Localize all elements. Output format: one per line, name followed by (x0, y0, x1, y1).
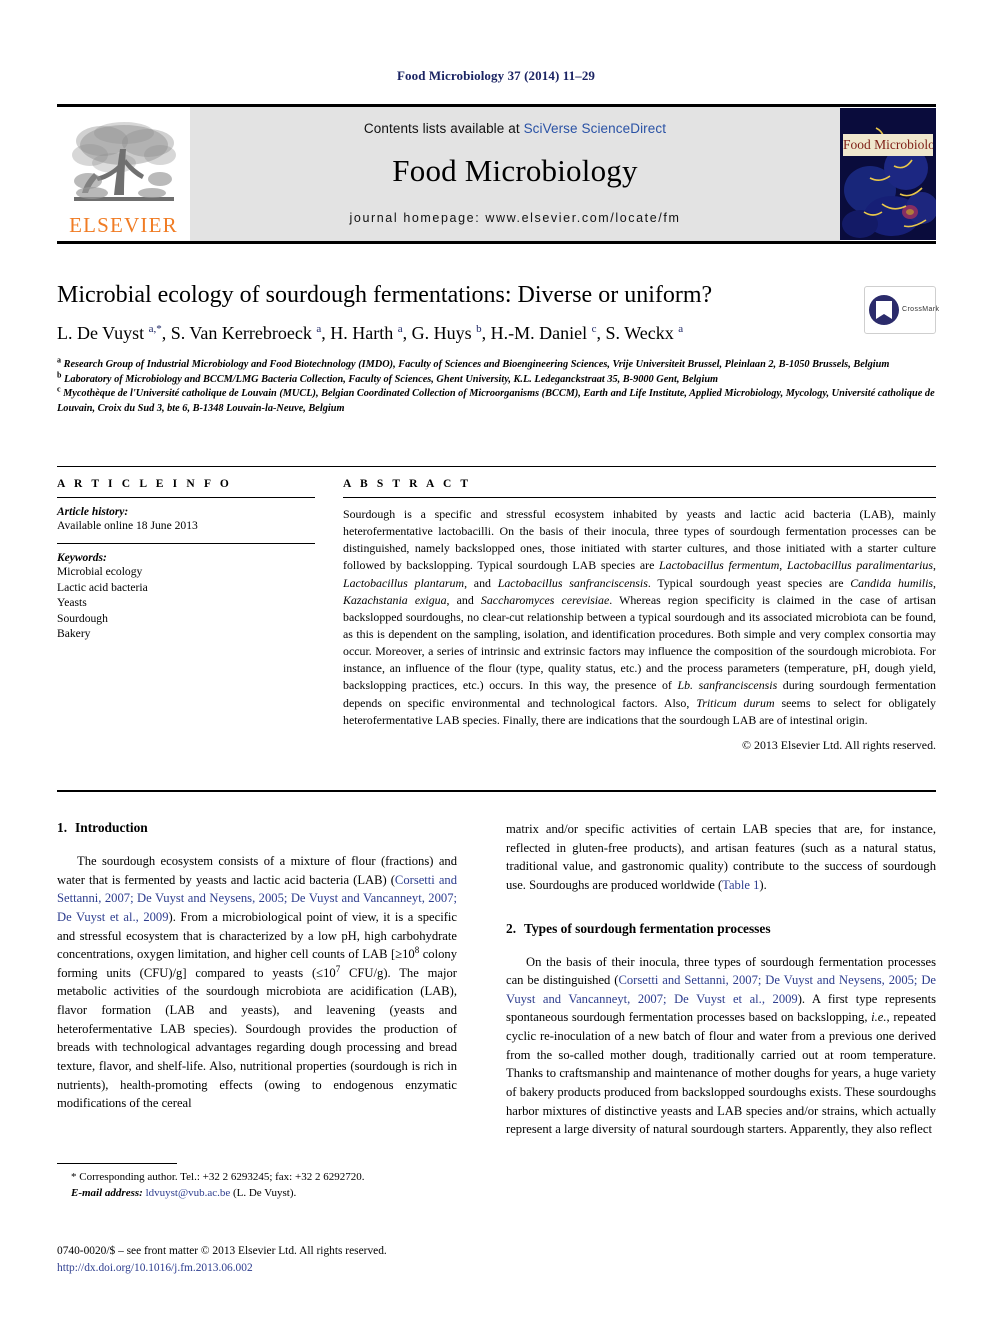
info-rule-1 (57, 497, 315, 498)
section2-paragraph: On the basis of their inocula, three typ… (506, 954, 937, 1137)
keyword-item: Microbial ecology (57, 565, 143, 579)
email-address-note: E-mail address: ldvuyst@vub.ac.be (L. De… (71, 1186, 297, 1199)
sciencedirect-link[interactable]: SciVerse ScienceDirect (524, 121, 667, 136)
abstract-heading: A B S T R A C T (343, 478, 472, 490)
journal-article-page: Food Microbiology 37 (2014) 11–29 ELSEVI… (0, 0, 992, 1323)
title-block: Microbial ecology of sourdough fermentat… (57, 282, 940, 417)
body-column-left: 1. Introduction The sourdough ecosystem c… (57, 820, 457, 1113)
section-number: 2. (506, 920, 517, 936)
abstract-copyright: © 2013 Elsevier Ltd. All rights reserved… (742, 737, 936, 752)
info-divider-top (57, 466, 936, 467)
cover-artwork (840, 108, 936, 240)
elsevier-tree-icon (71, 122, 176, 201)
cover-journal-title: Food Microbiology (843, 134, 933, 156)
affiliation-item: b Laboratory of Microbiology and BCCM/LM… (57, 370, 719, 385)
intro-paragraph-continued: matrix and/or specific activities of cer… (506, 822, 936, 892)
contents-available-line: Contents lists available at SciVerse Sci… (190, 107, 840, 136)
keyword-item: Sourdough (57, 611, 108, 625)
footnote-divider (57, 1163, 177, 1164)
section-heading-introduction: 1. Introduction (57, 820, 457, 836)
abstract-text: Sourdough is a specific and stressful ec… (343, 507, 936, 727)
keyword-item: Lactic acid bacteria (57, 580, 148, 594)
journal-masthead: ELSEVIER Contents lists available at Sci… (57, 104, 936, 244)
crossmark-label: CrossMark (902, 306, 940, 314)
author-list: L. De Vuyst a,*, S. Van Kerrebroeck a, H… (57, 322, 684, 343)
section-heading-types: 2. Types of sourdough fermentation proces… (506, 921, 936, 937)
abstract-rule (343, 497, 936, 498)
journal-homepage-link[interactable]: journal homepage: www.elsevier.com/locat… (190, 211, 840, 225)
keyword-item: Bakery (57, 626, 91, 640)
page-title: Microbial ecology of sourdough fermentat… (57, 282, 713, 308)
masthead-center-band: Contents lists available at SciVerse Sci… (190, 107, 840, 241)
corresponding-author-note: * Corresponding author. Tel.: +32 2 6293… (71, 1171, 365, 1183)
crossmark-badge[interactable]: CrossMark (864, 286, 940, 334)
section-title-text: Types of sourdough fermentation processe… (524, 920, 771, 936)
doi-link[interactable]: http://dx.doi.org/10.1016/j.fm.2013.06.0… (57, 1260, 557, 1277)
keyword-list: Microbial ecology Lactic acid bacteria Y… (57, 564, 315, 641)
section-number: 1. (57, 820, 68, 835)
elsevier-logo: ELSEVIER (57, 107, 190, 241)
affiliation-item: a Research Group of Industrial Microbiol… (57, 355, 890, 371)
article-info-heading: A R T I C L E I N F O (57, 478, 232, 490)
elsevier-wordmark: ELSEVIER (69, 213, 178, 237)
crossmark-icon (869, 295, 899, 325)
article-history-label: Article history: (57, 506, 129, 518)
info-divider-bottom (57, 790, 936, 792)
article-history-value: Available online 18 June 2013 (57, 519, 198, 532)
article-info-column: A R T I C L E I N F O Article history: A… (57, 478, 315, 641)
affiliation-list: a Research Group of Industrial Microbiol… (57, 355, 936, 416)
section-title-text: Introduction (75, 820, 148, 835)
journal-cover-thumbnail: Food Microbiology (840, 108, 936, 240)
imprint-block: 0740-0020/$ – see front matter © 2013 El… (57, 1243, 557, 1276)
info-rule-2 (57, 543, 315, 545)
issn-front-matter: 0740-0020/$ – see front matter © 2013 El… (57, 1245, 387, 1257)
journal-title: Food Microbiology (392, 153, 638, 188)
keywords-label: Keywords: (57, 552, 107, 565)
abstract-column: A B S T R A C T Sourdough is a specific … (343, 478, 936, 753)
affiliation-item: c Mycothèque de l'Université catholique … (57, 384, 935, 415)
footnote-block: * Corresponding author. Tel.: +32 2 6293… (57, 1170, 457, 1202)
intro-paragraph: The sourdough ecosystem consists of a mi… (57, 854, 458, 1111)
keyword-item: Yeasts (57, 596, 87, 610)
body-column-right: matrix and/or specific activities of cer… (506, 820, 936, 1139)
contents-prefix: Contents lists available at (363, 121, 524, 136)
running-head: Food Microbiology 37 (2014) 11–29 (396, 68, 596, 83)
